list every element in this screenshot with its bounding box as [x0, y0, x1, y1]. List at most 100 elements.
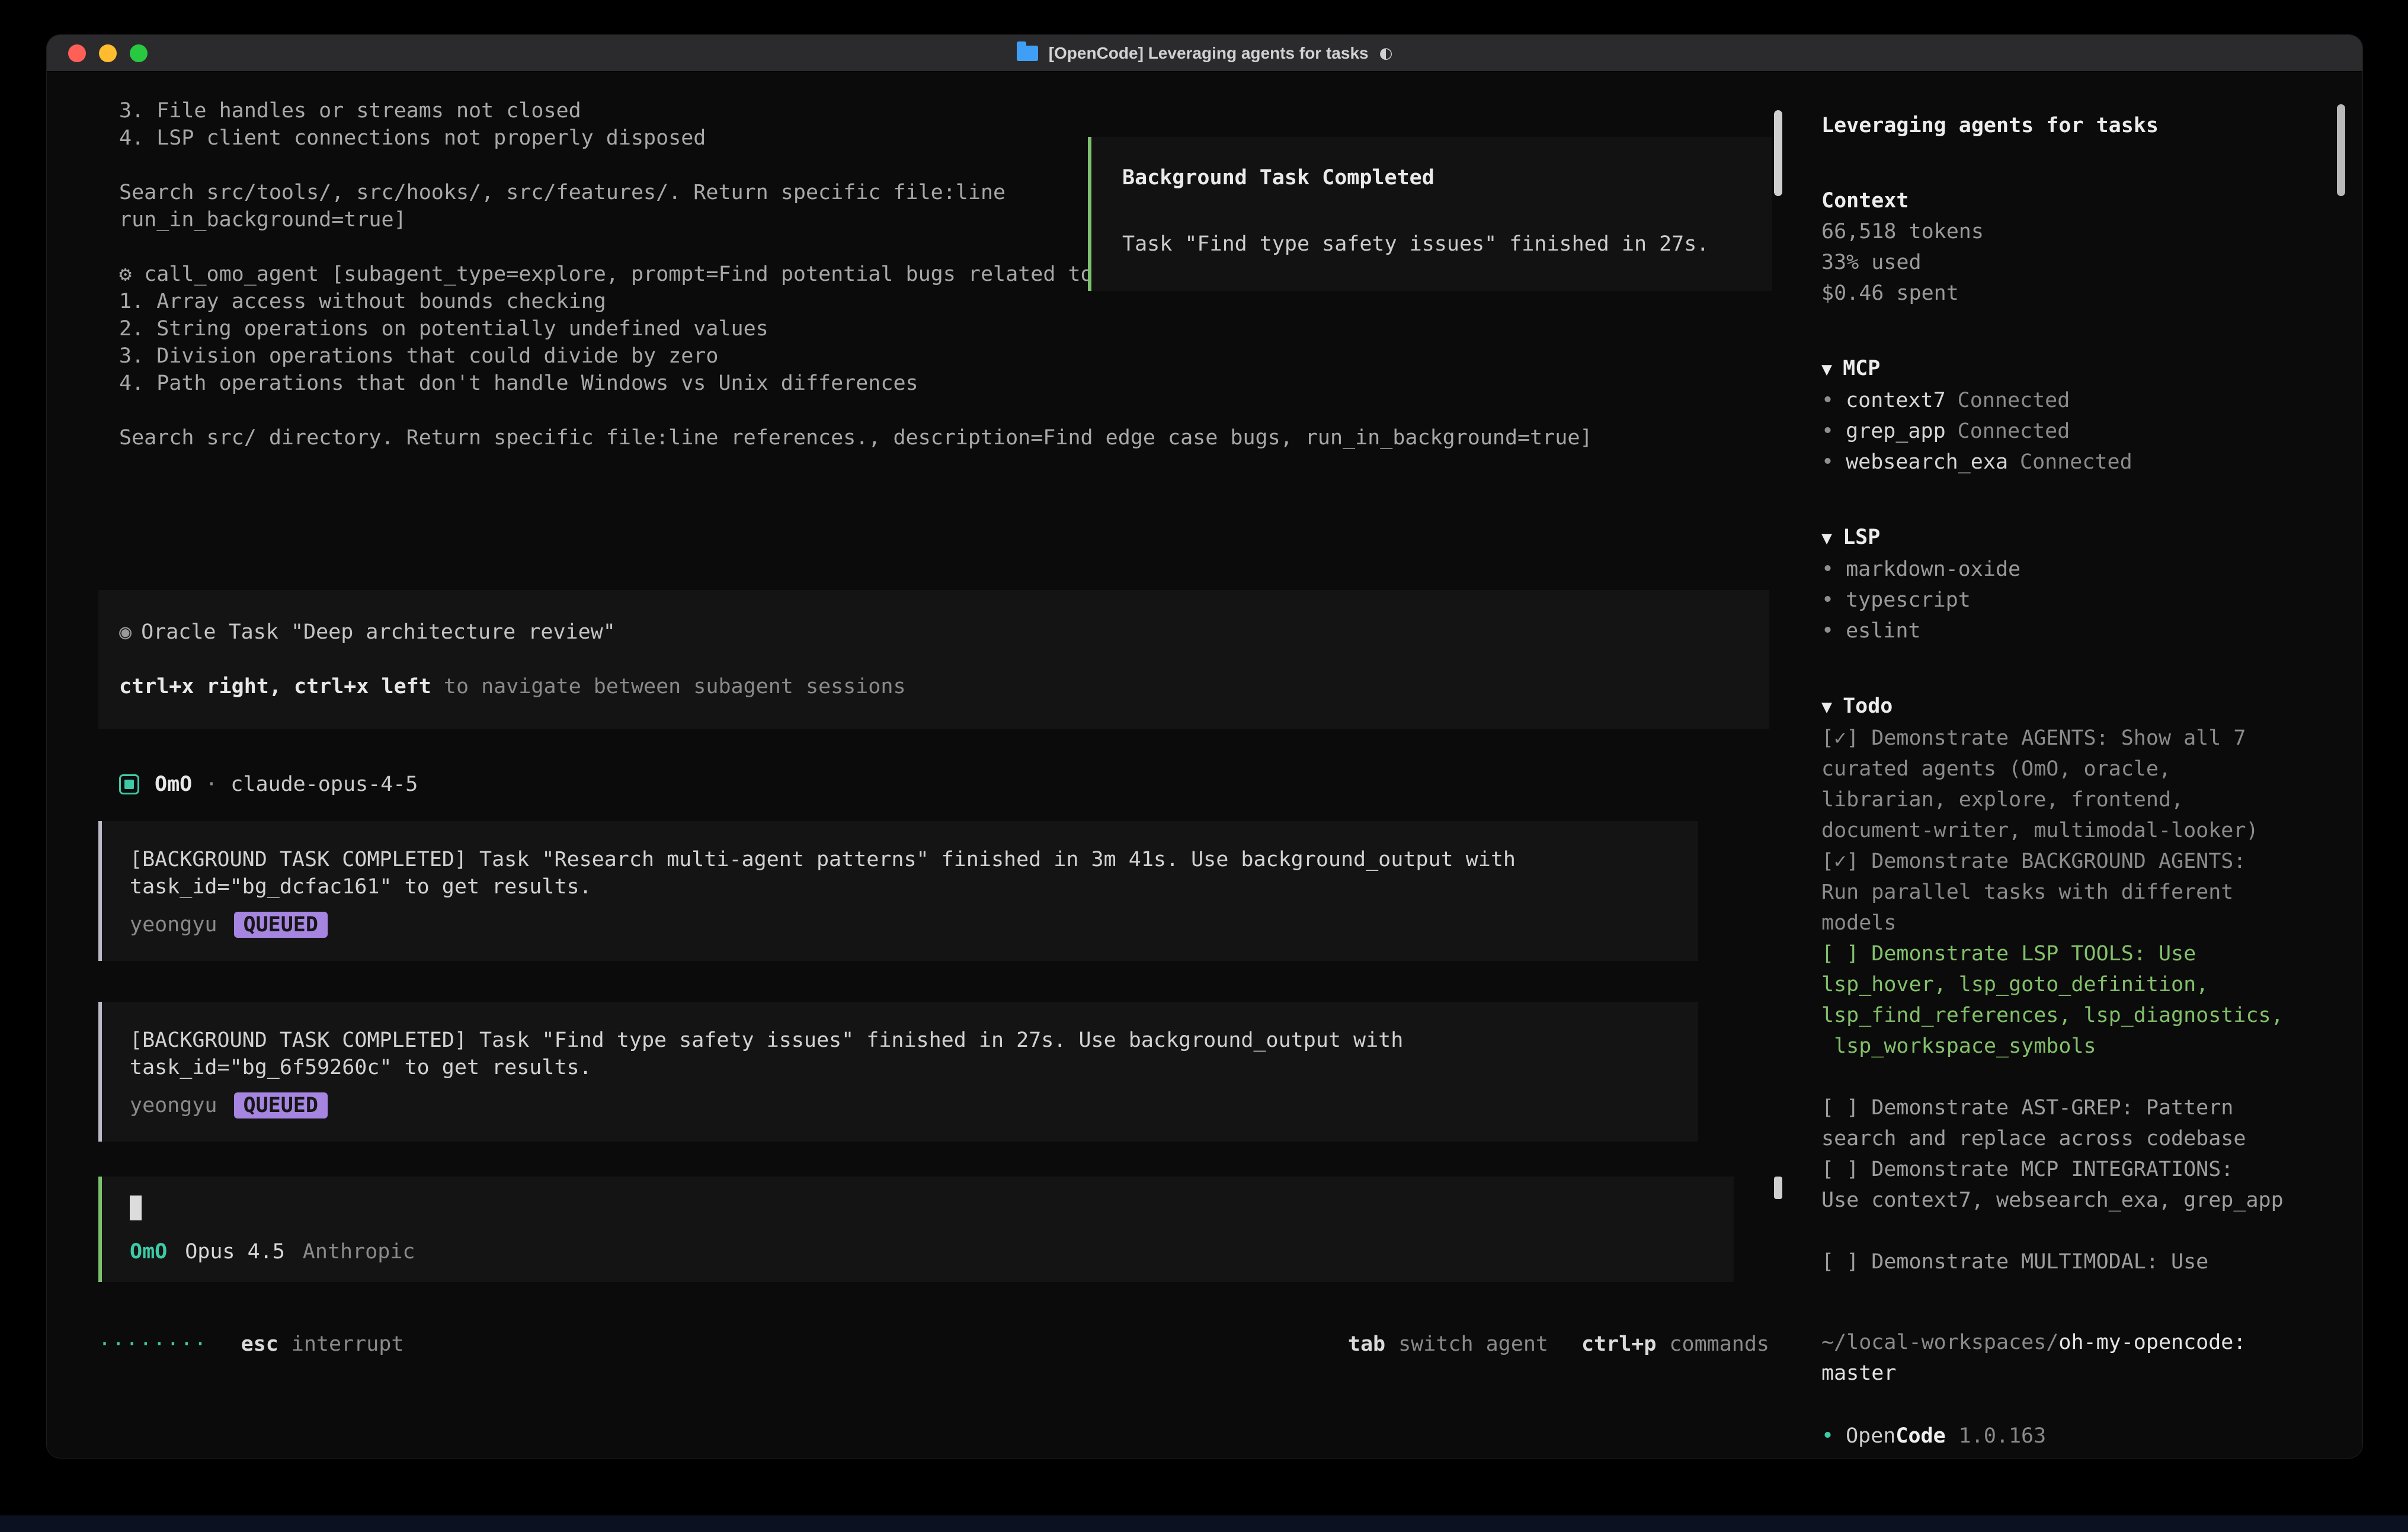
status-left-group: ········ esc interrupt — [98, 1331, 404, 1358]
window-title: [OpenCode] Leveraging agents for tasks — [1049, 44, 1369, 63]
terminal-window: [OpenCode] Leveraging agents for tasks ◐… — [46, 34, 2363, 1459]
prompt-input-meta: OmO Opus 4.5 Anthropic — [130, 1238, 1710, 1265]
todo-section-heading[interactable]: ▼Todo — [1821, 691, 2345, 723]
oracle-hint-line: ctrl+x right, ctrl+x left to navigate be… — [98, 673, 1769, 700]
brand-open: Open — [1846, 1421, 1895, 1451]
ctrlp-key-label: commands — [1669, 1331, 1769, 1358]
minimize-window-button[interactable] — [99, 44, 117, 62]
sidebar-scrollbar-thumb[interactable] — [2337, 104, 2345, 196]
todo-list: [✓] Demonstrate AGENTS: Show all 7 curat… — [1821, 723, 2289, 1277]
bullet-icon: • — [1821, 1421, 1834, 1451]
message-meta-row: yeongyu QUEUED — [130, 911, 1674, 938]
esc-key-label: interrupt — [292, 1331, 404, 1358]
tool-call-item: 3. Division operations that could divide… — [98, 342, 1821, 370]
tool-call-item: 1. Array access without bounds checking — [98, 288, 1821, 315]
workspace-path-line: ~/local-workspaces/oh-my-opencode: — [1821, 1327, 2345, 1358]
ctrlp-key-hint: ctrl+p — [1581, 1331, 1656, 1358]
record-icon: ◉ — [119, 620, 132, 644]
agent-checkbox-icon — [119, 774, 139, 794]
bullet-icon: • — [1821, 450, 1834, 474]
workspace-path: ~/local-workspaces/oh-my-opencode: maste… — [1821, 1327, 2345, 1389]
window-titlebar[interactable]: [OpenCode] Leveraging agents for tasks ◐ — [47, 35, 2362, 72]
main-scrollbar-thumb[interactable] — [1774, 110, 1782, 196]
prompt-input-line[interactable] — [130, 1194, 1710, 1222]
bullet-icon: • — [1821, 557, 1834, 581]
context-tokens: 66,518 tokens — [1821, 216, 2345, 247]
message-line: [BACKGROUND TASK COMPLETED] Task "Resear… — [130, 846, 1674, 873]
queued-badge: QUEUED — [234, 912, 328, 938]
text-cursor — [130, 1196, 142, 1220]
half-moon-icon: ◐ — [1379, 44, 1393, 62]
todo-item-pending: [ ] Demonstrate AST-GREP: Pattern search… — [1821, 1092, 2289, 1154]
esc-key-hint: esc — [241, 1331, 278, 1358]
mcp-item: •grep_appConnected — [1821, 416, 2345, 447]
active-provider-label: Anthropic — [303, 1238, 415, 1265]
gear-icon: ⚙ — [119, 262, 132, 286]
log-line: 3. File handles or streams not closed — [98, 97, 1821, 124]
bullet-icon: • — [1821, 588, 1834, 612]
agent-session-header: OmO · claude-opus-4-5 — [98, 771, 1821, 798]
brand-code: Code — [1895, 1421, 1945, 1451]
context-used: 33% used — [1821, 247, 2345, 278]
todo-item-active: [ ] Demonstrate LSP TOOLS: Use lsp_hover… — [1821, 938, 2289, 1062]
active-model-label: Opus 4.5 — [185, 1238, 285, 1265]
chevron-down-icon: ▼ — [1821, 697, 1832, 717]
background-task-message: [BACKGROUND TASK COMPLETED] Task "Resear… — [98, 821, 1698, 961]
oracle-task-panel[interactable]: ◉Oracle Task "Deep architecture review" … — [98, 590, 1769, 729]
app-version-footer: • OpenCode 1.0.163 — [1821, 1421, 2345, 1451]
mcp-item: •websearch_exaConnected — [1821, 447, 2345, 477]
background-task-message: [BACKGROUND TASK COMPLETED] Task "Find t… — [98, 1002, 1698, 1142]
mcp-item: •context7Connected — [1821, 385, 2345, 416]
app-version: 1.0.163 — [1959, 1421, 2047, 1451]
traffic-lights — [68, 35, 148, 72]
lsp-item: •typescript — [1821, 585, 2345, 616]
message-scrollbar-thumb[interactable] — [1774, 1177, 1782, 1199]
agent-name: OmO — [155, 771, 192, 798]
active-agent-label: OmO — [130, 1238, 167, 1265]
tool-call-item: 2. String operations on potentially unde… — [98, 315, 1821, 342]
lsp-section-heading[interactable]: ▼LSP — [1821, 522, 2345, 554]
log-blank-line — [98, 397, 1821, 424]
oracle-hint-keys: ctrl+x right, ctrl+x left — [119, 675, 431, 698]
message-author: yeongyu — [130, 911, 217, 938]
context-heading: Context — [1821, 185, 2345, 216]
notification-title: Background Task Completed — [1122, 164, 1749, 191]
message-line: [BACKGROUND TASK COMPLETED] Task "Find t… — [130, 1027, 1674, 1054]
message-meta-row: yeongyu QUEUED — [130, 1092, 1674, 1119]
prompt-input[interactable]: OmO Opus 4.5 Anthropic — [98, 1177, 1734, 1282]
sidebar: Leveraging agents for tasks Context 66,5… — [1821, 72, 2362, 1459]
tab-key-hint: tab — [1348, 1331, 1385, 1358]
bullet-icon: • — [1821, 619, 1834, 643]
separator-dot: · — [205, 771, 217, 798]
oracle-blank-line — [98, 646, 1769, 673]
mcp-section-heading[interactable]: ▼MCP — [1821, 353, 2345, 385]
queued-badge: QUEUED — [234, 1092, 328, 1118]
bullet-icon: • — [1821, 389, 1834, 412]
workspace-branch: master — [1821, 1358, 2345, 1389]
chevron-down-icon: ▼ — [1821, 528, 1832, 549]
message-author: yeongyu — [130, 1092, 217, 1119]
todo-item-pending: [ ] Demonstrate MCP INTEGRATIONS: Use co… — [1821, 1154, 2289, 1216]
close-window-button[interactable] — [68, 44, 86, 62]
oracle-hint-text: to navigate between subagent sessions — [431, 675, 906, 698]
message-line: task_id="bg_dcfac161" to get results. — [130, 873, 1674, 900]
chat-main-area: 3. File handles or streams not closed 4.… — [47, 72, 1821, 1459]
lsp-item: •eslint — [1821, 616, 2345, 646]
oracle-task-title: Oracle Task "Deep architecture review" — [141, 620, 616, 644]
todo-item-pending: [ ] Demonstrate MULTIMODAL: Use — [1821, 1246, 2289, 1277]
oracle-task-title-line: ◉ Oracle Task "Deep architecture review" — [98, 618, 1769, 646]
message-line: task_id="bg_6f59260c" to get results. — [130, 1054, 1674, 1081]
notification-body: Task "Find type safety issues" finished … — [1122, 230, 1749, 258]
todo-item-done: [✓] Demonstrate BACKGROUND AGENTS: Run p… — [1821, 846, 2289, 938]
background-task-notification: Background Task Completed Task "Find typ… — [1088, 137, 1772, 291]
status-right-group: tab switch agent ctrl+p commands — [1348, 1331, 1769, 1358]
tool-call-tail: Search src/ directory. Return specific f… — [98, 424, 1821, 451]
agent-model: claude-opus-4-5 — [230, 771, 418, 798]
folder-icon — [1017, 46, 1038, 61]
spinner-dots-icon: ········ — [98, 1331, 208, 1358]
window-title-group: [OpenCode] Leveraging agents for tasks ◐ — [1017, 44, 1393, 63]
tool-call-item: 4. Path operations that don't handle Win… — [98, 370, 1821, 397]
tab-key-label: switch agent — [1398, 1331, 1548, 1358]
chevron-down-icon: ▼ — [1821, 359, 1832, 380]
zoom-window-button[interactable] — [130, 44, 148, 62]
